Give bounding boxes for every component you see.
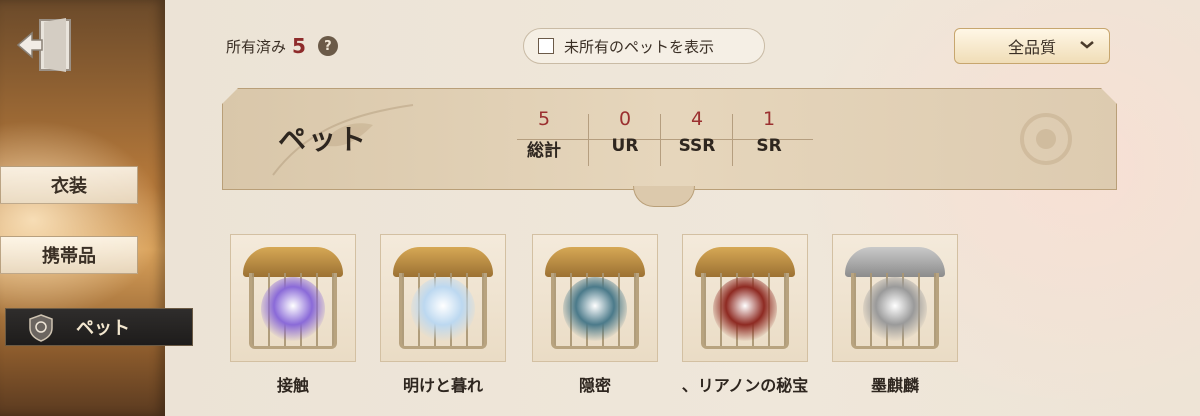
flower-ornament [986,99,1106,179]
pet-card[interactable] [532,234,658,362]
butterfly-pet-icon [411,277,475,341]
toggle-label: 未所有のペットを表示 [564,37,715,56]
pet-name: 、リアノンの秘宝 [681,376,809,395]
chevron-down-icon [1079,38,1095,54]
stat-total: 5 総計 [508,108,580,161]
stat-value: 0 [618,108,632,130]
sidebar-item-label: 衣装 [51,176,87,197]
pet-card[interactable] [380,234,506,362]
pet-card[interactable] [682,234,808,362]
pet-name: 墨麒麟 [870,376,919,395]
show-unowned-toggle[interactable]: 未所有のペットを表示 [523,28,765,64]
treasure-chest-pet-icon [713,277,777,341]
sidebar-item-label: ペット [76,318,130,339]
pet-name: 隠密 [578,376,611,395]
banner-title: ペット [278,123,369,156]
pet-name: 接触 [276,376,309,395]
stat-ssr: 4 SSR [661,108,733,156]
sidebar-glow [0,120,165,320]
pet-card[interactable] [230,234,356,362]
stat-value: 4 [690,108,704,130]
stat-value: 1 [762,108,776,130]
owned-count: 所有済み 5 ? [226,34,338,58]
sidebar-item-pet[interactable]: ペット [5,308,193,346]
stat-label: UR [611,136,639,156]
stat-label: 総計 [527,141,561,161]
exit-icon[interactable] [14,14,76,76]
jellyfish-pet-icon [261,277,325,341]
stat-sr: 1 SR [733,108,805,156]
help-icon[interactable]: ? [317,36,338,56]
sidebar-item-costume[interactable]: 衣装 [0,166,138,204]
sidebar-item-label: 携帯品 [42,246,96,267]
pet-name: 明けと暮れ [402,376,483,395]
stat-label: SR [756,136,782,156]
stat-value: 5 [537,108,551,130]
qilin-pet-icon [863,277,927,341]
quality-filter-value: 全品質 [1007,38,1056,57]
stat-ur: 0 UR [589,108,661,156]
owned-number: 5 [292,34,306,58]
sidebar-item-accessory[interactable]: 携帯品 [0,236,138,274]
stat-label: SSR [678,136,716,156]
shield-icon [28,314,54,342]
unowned-checkbox[interactable] [538,38,554,54]
pet-card[interactable] [832,234,958,362]
cat-pet-icon [563,277,627,341]
owned-label: 所有済み [226,37,287,56]
quality-filter-dropdown[interactable]: 全品質 [954,28,1110,64]
